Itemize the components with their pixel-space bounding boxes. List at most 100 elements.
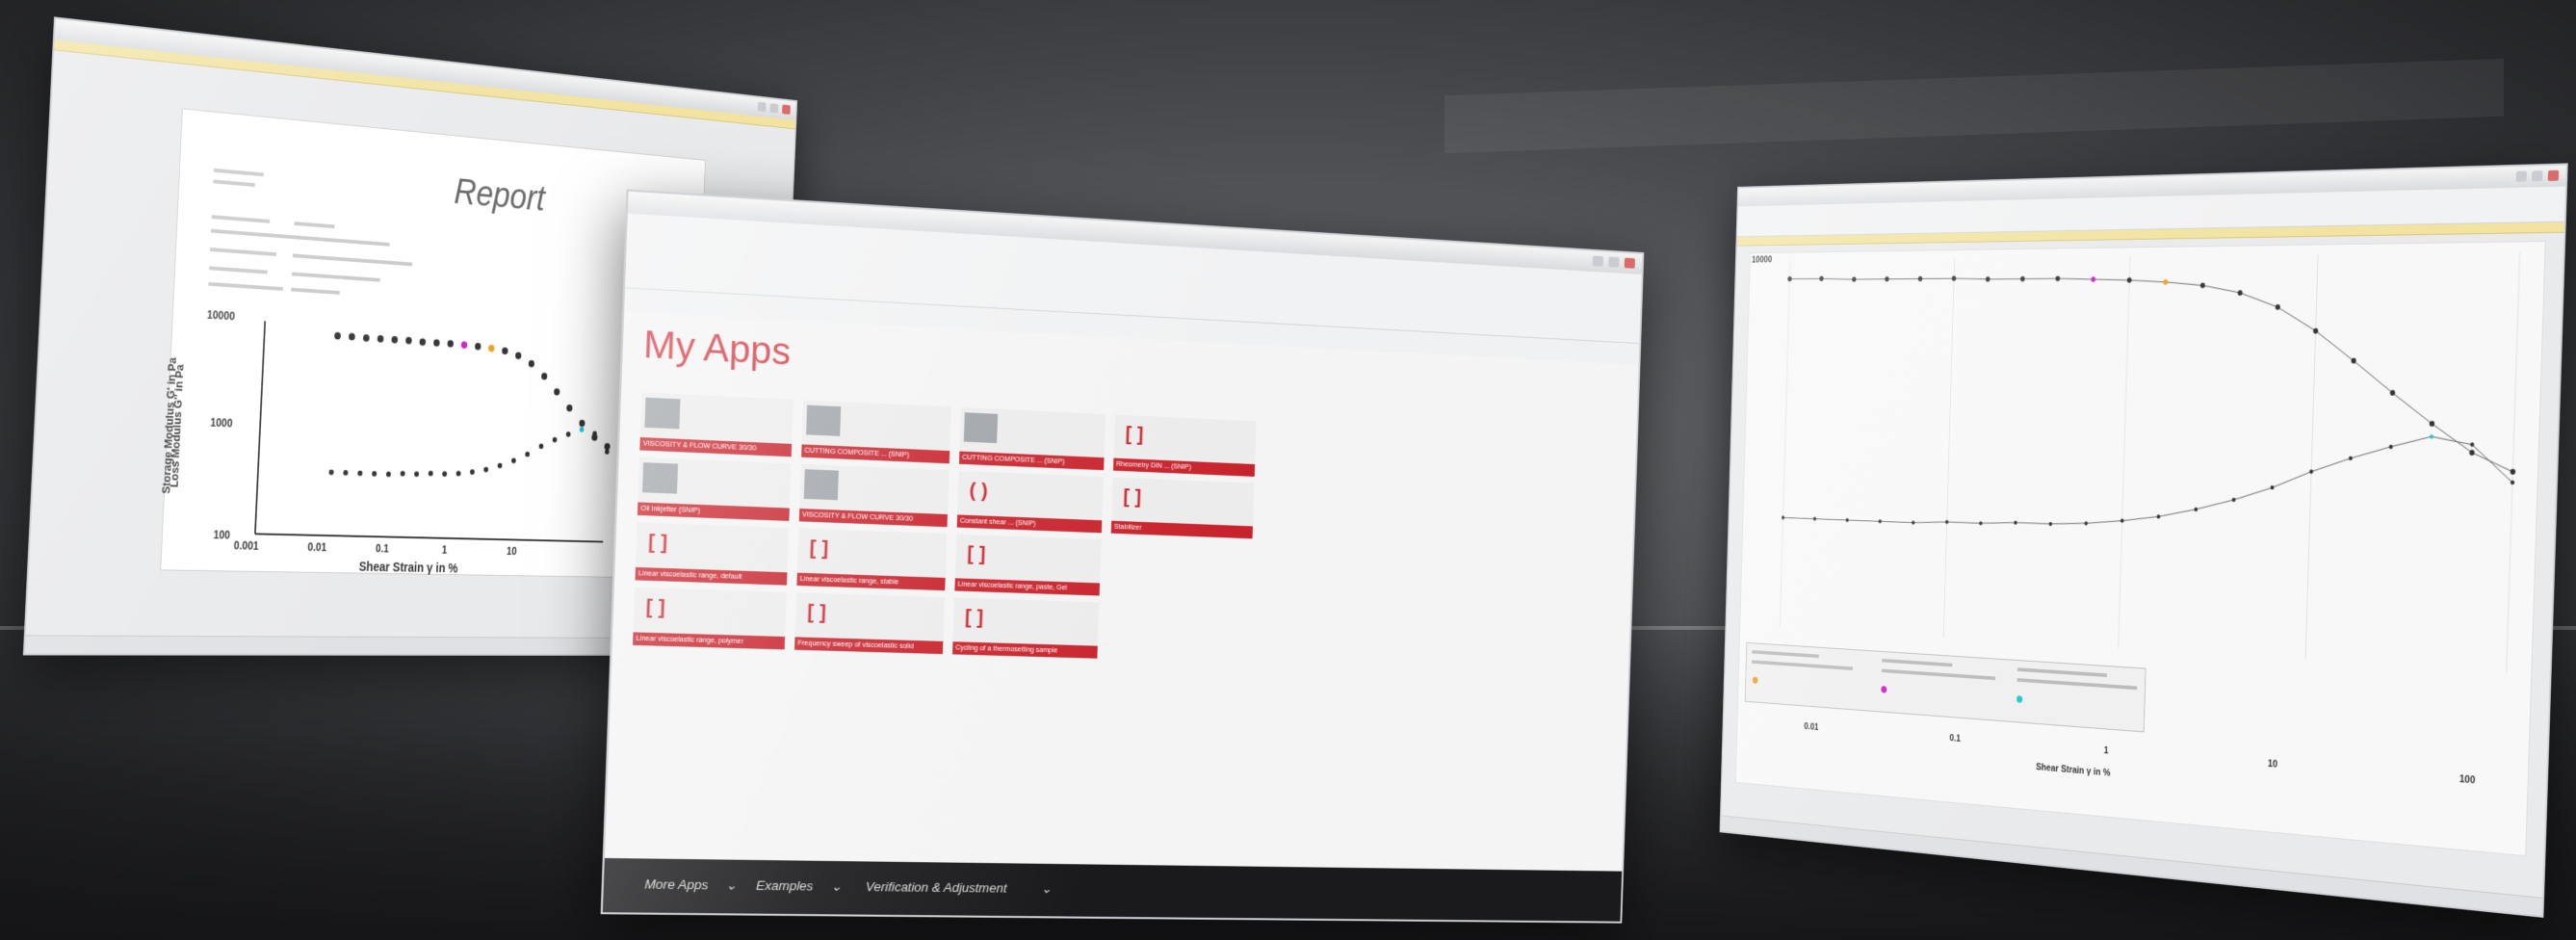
curve-window: 10000 0.01 0.1 1 10 100 Shear Strain γ i… [1720, 163, 2568, 918]
app-tile[interactable]: [ ] Stabilizer [1111, 478, 1255, 539]
data-point [442, 471, 447, 477]
data-point [1813, 517, 1816, 521]
curve-chart [1736, 242, 2545, 855]
x-tick-label: 1 [2104, 745, 2109, 756]
bracket-icon: ( ) [962, 476, 996, 507]
app-tile[interactable]: VISCOSITY & FLOW CURVE 30/30 [639, 392, 794, 457]
app-tile-label: VISCOSITY & FLOW CURVE 30/30 [639, 437, 792, 457]
report-series [328, 332, 614, 484]
app-tile[interactable]: CUTTING COMPOSITE ... (SNIP) [959, 407, 1106, 470]
x-tick-label: 0.01 [1804, 721, 1818, 733]
report-meta [213, 179, 254, 187]
app-tile-label: Linear viscoelastic range, default [635, 567, 787, 586]
app-tile-label: Linear viscoelastic range, polymer [633, 632, 785, 649]
data-point [566, 431, 571, 437]
app-tile-label: Oil Inkjetter (SNIP) [637, 502, 790, 521]
data-point [1819, 276, 1823, 281]
data-point [2163, 279, 2168, 285]
curve-plot-area: 10000 0.01 0.1 1 10 100 Shear Strain γ i… [1735, 241, 2546, 856]
data-point [357, 470, 362, 476]
data-point [566, 405, 572, 412]
data-point [475, 343, 481, 351]
app-tile-label: CUTTING COMPOSITE ... (SNIP) [959, 452, 1105, 471]
app-tile-label: Cycling of a thermosetting sample [952, 641, 1098, 658]
maximize-icon[interactable] [1608, 257, 1619, 268]
y-tick-label: 10000 [1752, 255, 1772, 266]
data-point [580, 427, 585, 432]
data-point [2232, 498, 2236, 502]
data-point [1979, 521, 1982, 525]
app-tile[interactable]: [ ] Linear viscoelastic range, stable [796, 529, 947, 591]
close-icon[interactable] [782, 105, 791, 115]
report-meta [209, 266, 268, 274]
data-point [2469, 450, 2475, 456]
data-point [2055, 275, 2060, 281]
close-icon[interactable] [1625, 258, 1635, 269]
minimize-icon[interactable] [1593, 256, 1603, 267]
data-point [511, 457, 516, 463]
light-streak [1444, 59, 2504, 153]
data-point [539, 444, 544, 450]
examples-link[interactable]: Examples [756, 878, 814, 894]
data-point [2271, 485, 2275, 489]
data-point [447, 340, 454, 348]
apps-heading: My Apps [642, 325, 791, 375]
app-tile-label: Linear viscoelastic range, stable [796, 573, 945, 590]
close-icon[interactable] [2548, 170, 2559, 181]
more-apps-link[interactable]: More Apps [644, 876, 708, 892]
data-point [1945, 520, 1948, 524]
app-tile-label: Constant shear ... (SNIP) [957, 514, 1103, 533]
data-point [515, 352, 522, 359]
bracket-icon: [ ] [799, 597, 834, 628]
app-tile[interactable]: [ ] Frequency sweep of viscoelastic solid [794, 592, 945, 654]
app-tile[interactable]: [ ] Cycling of a thermosetting sample [952, 598, 1099, 659]
report-meta [214, 169, 264, 176]
data-point [2309, 470, 2313, 474]
app-tile[interactable]: [ ] Rheometry DIN ... (SNIP) [1113, 415, 1257, 477]
app-thumbnail [804, 469, 839, 500]
x-tick-label: 10 [507, 545, 517, 558]
data-point [363, 334, 370, 342]
data-point [1782, 515, 1784, 519]
minimize-icon[interactable] [2516, 171, 2527, 182]
data-point [1787, 276, 1791, 281]
grid-line [2507, 251, 2520, 672]
data-point [2511, 469, 2516, 475]
data-point [2157, 514, 2161, 518]
data-point [334, 332, 341, 340]
maximize-icon[interactable] [769, 103, 778, 113]
curve-grid [1780, 251, 2519, 672]
app-thumbnail [642, 462, 678, 494]
maximize-icon[interactable] [2532, 170, 2542, 181]
data-point [498, 463, 503, 469]
data-point [605, 449, 610, 455]
app-tile[interactable]: [ ] Linear viscoelastic range, polymer [633, 588, 787, 650]
data-point [461, 341, 468, 349]
grid-line [1780, 261, 1790, 628]
app-tile[interactable]: ( ) Constant shear ... (SNIP) [957, 471, 1104, 534]
minimize-icon[interactable] [758, 102, 767, 113]
data-point [1912, 521, 1914, 525]
app-tile[interactable]: Oil Inkjetter (SNIP) [637, 457, 792, 521]
report-meta [211, 229, 301, 240]
data-point [2084, 521, 2088, 525]
app-thumbnail [644, 398, 680, 430]
data-point [349, 333, 355, 341]
data-point [405, 337, 412, 345]
grid-line [2305, 254, 2318, 660]
app-tile[interactable]: [ ] Linear viscoelastic range, paste, Gel [954, 535, 1101, 596]
app-tile[interactable]: VISCOSITY & FLOW CURVE 30/30 [799, 464, 950, 527]
app-tile[interactable]: [ ] Linear viscoelastic range, default [635, 522, 789, 585]
data-point [554, 388, 559, 396]
x-tick-label: 100 [2459, 773, 2476, 786]
data-point [343, 470, 348, 476]
app-tile[interactable]: CUTTING COMPOSITE ... (SNIP) [801, 400, 951, 463]
verification-link[interactable]: Verification & Adjustment [866, 879, 1007, 896]
data-point [2349, 457, 2353, 460]
data-point [372, 471, 377, 477]
data-point [401, 471, 405, 477]
data-point [1952, 275, 1957, 280]
y-tick-label: 1000 [210, 416, 233, 431]
apps-area: My Apps VISCOSITY & FLOW CURVE 30/30 CUT… [605, 311, 1639, 871]
data-point [1846, 518, 1849, 522]
